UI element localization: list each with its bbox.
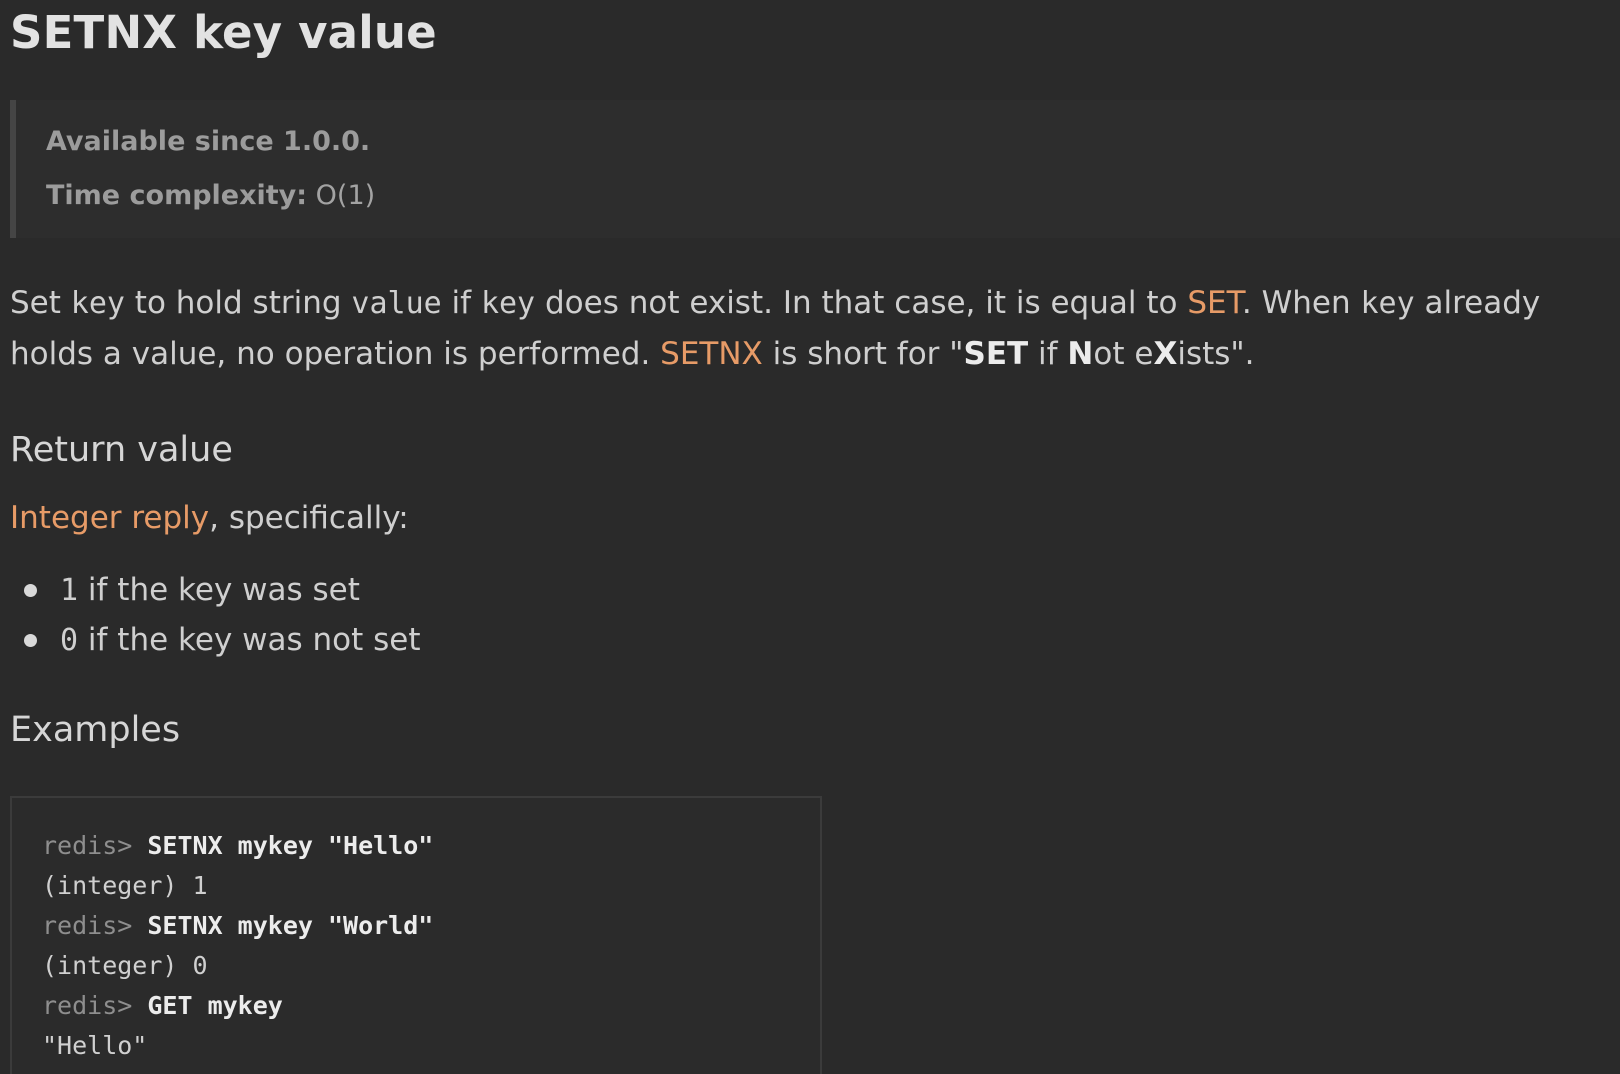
redis-prompt: redis>: [42, 991, 148, 1020]
desc-text: if: [1028, 336, 1068, 372]
bullet-icon: [24, 584, 37, 597]
desc-text: . When: [1241, 285, 1361, 321]
return-type-line: Integer reply, specifically:: [10, 500, 409, 536]
redis-prompt: redis>: [42, 831, 148, 860]
desc-text: if: [441, 285, 481, 321]
available-since: Available since 1.0.0.: [46, 126, 370, 157]
return-code: 0: [60, 623, 79, 658]
arg-key: key: [480, 286, 536, 321]
integer-reply-link[interactable]: Integer reply: [10, 500, 209, 536]
redis-command: GET mykey: [147, 991, 283, 1020]
command-description: Set key to hold string value if key does…: [10, 278, 1610, 379]
code-line: (integer) 0: [42, 946, 820, 986]
code-line: "Hello": [42, 1026, 820, 1066]
doc-page: SETNX key value Available since 1.0.0. T…: [0, 0, 1620, 1074]
setnx-command-link[interactable]: SETNX: [660, 336, 763, 372]
return-code: 1: [60, 573, 79, 608]
arg-value: value: [351, 286, 442, 321]
return-desc: if the key was set: [78, 572, 360, 608]
list-item: 0 if the key was not set: [20, 615, 421, 665]
set-command-link[interactable]: SET: [1187, 285, 1242, 321]
redis-output: (integer) 0: [42, 951, 208, 980]
desc-text: does not exist. In that case, it is equa…: [535, 285, 1188, 321]
return-values-list: 1 if the key was set 0 if the key was no…: [20, 565, 421, 665]
examples-heading: Examples: [10, 710, 181, 750]
return-value-heading: Return value: [10, 430, 233, 470]
redis-output: "Hello": [42, 1031, 148, 1060]
list-item: 1 if the key was set: [20, 565, 421, 615]
time-complexity: Time complexity: O(1): [46, 180, 375, 211]
arg-key: key: [1360, 286, 1415, 321]
desc-text: Set: [10, 285, 71, 321]
emphasis-n: N: [1067, 336, 1094, 372]
code-line: redis> GET mykey: [42, 986, 820, 1026]
time-complexity-value: O(1): [315, 180, 376, 211]
return-type-suffix: , specifically:: [209, 500, 409, 536]
example-code-block[interactable]: redis> SETNX mykey "Hello" (integer) 1 r…: [10, 796, 822, 1074]
desc-text: ot e: [1093, 336, 1154, 372]
code-line: (integer) 1: [42, 866, 820, 906]
command-meta-block: Available since 1.0.0. Time complexity: …: [10, 100, 1620, 238]
code-line: redis> SETNX mykey "World": [42, 906, 820, 946]
available-since-label: Available since 1.0.0.: [46, 126, 371, 157]
redis-output: (integer) 1: [42, 871, 208, 900]
redis-command: SETNX mykey "World": [147, 911, 434, 940]
bullet-icon: [24, 634, 37, 647]
page-title: SETNX key value: [10, 6, 437, 59]
emphasis-set: SET: [963, 336, 1029, 372]
return-desc: if the key was not set: [78, 622, 421, 658]
emphasis-x: X: [1153, 336, 1178, 372]
redis-command: SETNX mykey "Hello": [147, 831, 434, 860]
redis-prompt: redis>: [42, 911, 148, 940]
arg-key: key: [70, 286, 125, 321]
time-complexity-label: Time complexity:: [46, 180, 308, 211]
desc-text: is short for ": [762, 336, 964, 372]
desc-text: ists".: [1177, 336, 1255, 372]
code-line: redis> SETNX mykey "Hello": [42, 826, 820, 866]
desc-text: to hold string: [124, 285, 352, 321]
